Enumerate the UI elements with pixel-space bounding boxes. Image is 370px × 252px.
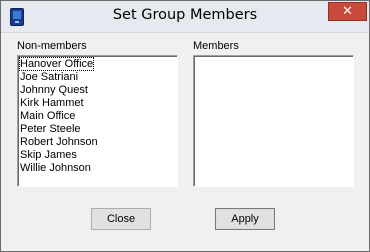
list-item[interactable]: Willie Johnson	[18, 162, 177, 175]
nonmembers-list: Hanover Office Joe Satriani Johnny Quest Ki…	[18, 56, 177, 175]
list-item[interactable]: Hanover Office	[18, 57, 177, 71]
list-item[interactable]: Kirk Hammet	[18, 97, 177, 110]
members-list	[194, 56, 353, 58]
list-item-label: Peter Steele	[20, 123, 81, 135]
list-item[interactable]: Johnny Quest	[18, 84, 177, 97]
list-item-label: Hanover Office	[18, 57, 95, 71]
list-item-label: Johnny Quest	[20, 84, 88, 96]
apply-button[interactable]: Apply	[215, 208, 275, 230]
close-window-button[interactable]: ✕	[328, 2, 367, 21]
members-label: Members	[193, 40, 239, 52]
title-bar[interactable]: Set Group Members ✕	[1, 1, 369, 33]
list-item[interactable]: Joe Satriani	[18, 71, 177, 84]
members-listbox[interactable]	[193, 55, 354, 187]
list-item-label: Kirk Hammet	[20, 97, 84, 109]
list-item-label: Willie Johnson	[20, 162, 91, 174]
nonmembers-listbox[interactable]: Hanover Office Joe Satriani Johnny Quest Ki…	[17, 55, 178, 187]
close-icon: ✕	[342, 4, 353, 19]
list-item[interactable]: Peter Steele	[18, 123, 177, 136]
list-item-label: Skip James	[20, 149, 77, 161]
window-title: Set Group Members	[112, 7, 258, 23]
list-item[interactable]: Skip James	[18, 149, 177, 162]
list-item-label: Joe Satriani	[20, 71, 79, 83]
close-button[interactable]: Close	[91, 208, 151, 230]
nonmembers-label: Non-members	[17, 40, 87, 52]
list-item-label: Robert Johnson	[20, 136, 98, 148]
dialog-window: Set Group Members ✕ Non-members Hanover …	[0, 0, 370, 252]
list-item-label: Main Office	[20, 110, 76, 122]
list-item[interactable]: Robert Johnson	[18, 136, 177, 149]
list-item[interactable]: Main Office	[18, 110, 177, 123]
